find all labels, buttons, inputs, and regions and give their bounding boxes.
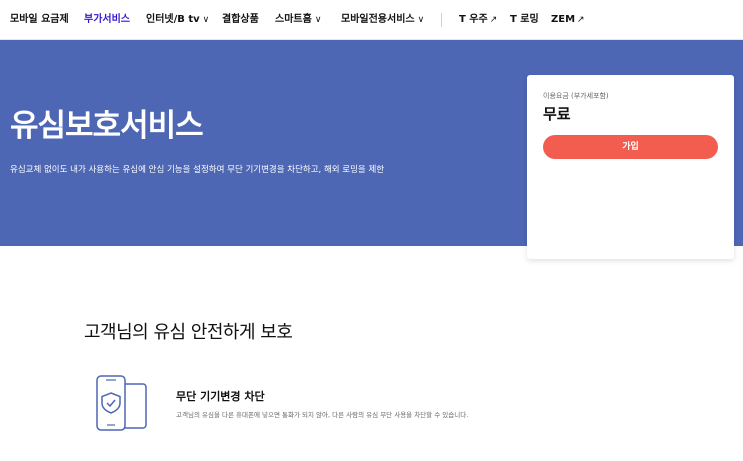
nav-item-label: 모바일 요금제 [10,14,69,25]
nav-item-t-roaming[interactable]: T 로밍 [510,0,539,40]
hero-description: 유심교체 없이도 내가 사용하는 유심에 안심 기능을 설정하여 무단 기기변경… [10,165,385,175]
feature-title: 무단 기기변경 차단 [176,390,265,403]
external-link-icon: ↗ [489,15,498,25]
fee-label: 이용요금 (부가세포함) [543,92,609,100]
join-button[interactable]: 가입 [543,135,718,159]
nav-item-label: 인터넷/B tv [146,14,200,25]
nav-item-t-universe[interactable]: T 우주 ↗ [459,0,497,40]
nav-item-label: 부가서비스 [84,14,130,25]
nav-item-mobile-plans[interactable]: 모바일 요금제 [10,0,69,40]
phone-shield-icon [94,374,150,434]
nav-item-label: ZEM [551,14,576,25]
nav-divider [441,13,442,27]
external-link-icon: ↗ [577,15,585,25]
nav-item-zem[interactable]: ZEM ↗ [551,0,585,40]
page-title: 유심보호서비스 [10,108,204,144]
fee-price: 무료 [543,105,571,123]
nav-item-bundles[interactable]: 결합상품 [222,0,259,40]
chevron-down-icon: ∨ [314,15,322,25]
nav-item-label: T 로밍 [510,14,539,25]
nav-item-add-on-services[interactable]: 부가서비스 [84,0,130,40]
fee-card: 이용요금 (부가세포함) 무료 가입 [527,75,734,259]
chevron-down-icon: ∨ [417,15,425,25]
chevron-down-icon: ∨ [202,15,210,25]
nav-item-label: 스마트홈 [275,14,312,25]
nav-item-mobile-only-services[interactable]: 모바일전용서비스 ∨ [341,0,424,40]
nav-item-label: 모바일전용서비스 [341,14,415,25]
feature-description: 고객님의 유심을 다른 휴대폰에 넣으면 통화가 되지 않아, 다른 사람의 유… [176,411,469,419]
top-nav: 모바일 요금제 부가서비스 인터넷/B tv ∨ 결합상품 스마트홈 ∨ 모바일전용… [0,0,743,40]
nav-item-label: T 우주 [459,14,488,25]
nav-item-smart-home[interactable]: 스마트홈 ∨ [275,0,321,40]
section-title: 고객님의 유심 안전하게 보호 [84,322,293,343]
nav-item-label: 결합상품 [222,14,259,25]
nav-item-internet-btv[interactable]: 인터넷/B tv ∨ [146,0,209,40]
